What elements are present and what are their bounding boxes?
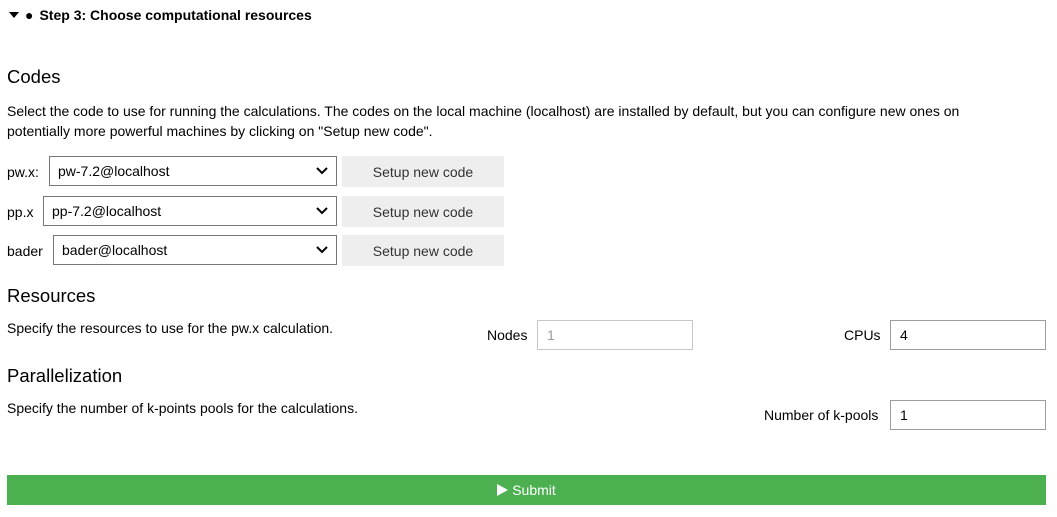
resources-heading: Resources [7,285,96,306]
caret-down-icon[interactable] [9,12,19,18]
chevron-down-icon [316,207,328,215]
step-bullet: ● [25,7,34,23]
pw-code-select[interactable]: pw-7.2@localhost [49,156,337,186]
bader-code-selected: bader@localhost [62,242,168,258]
codes-description-line1: Select the code to use for running the c… [7,103,960,119]
play-icon [497,484,509,496]
codes-heading: Codes [7,66,61,87]
nodes-input[interactable]: 1 [537,320,693,350]
submit-label: Submit [512,482,556,498]
chevron-down-icon [316,246,328,254]
parallelization-heading: Parallelization [7,365,123,386]
codes-description-line2: potentially more powerful machines by cl… [7,123,433,139]
pw-setup-new-code-button[interactable]: Setup new code [342,156,504,187]
bader-code-select[interactable]: bader@localhost [53,235,337,265]
resources-description: Specify the resources to use for the pw.… [7,320,334,336]
step-header[interactable]: ● Step 3: Choose computational resources [9,6,312,24]
pp-code-select[interactable]: pp-7.2@localhost [43,196,337,226]
chevron-down-icon [316,167,328,175]
cpus-label: CPUs [844,327,881,343]
submit-button[interactable]: Submit [7,475,1046,505]
kpools-input[interactable]: 1 [890,400,1046,430]
nodes-label: Nodes [487,327,528,343]
cpus-input[interactable]: 4 [890,320,1046,350]
bader-code-label: bader [7,243,43,259]
pw-code-selected: pw-7.2@localhost [58,163,170,179]
pw-code-label: pw.x: [7,164,39,180]
bader-setup-new-code-button[interactable]: Setup new code [342,235,504,266]
step-title: Step 3: Choose computational resources [39,7,312,23]
parallelization-description: Specify the number of k-points pools for… [7,400,358,416]
kpools-label: Number of k-pools [764,407,879,423]
pp-setup-new-code-button[interactable]: Setup new code [342,196,504,227]
pp-code-label: pp.x [7,204,34,220]
pp-code-selected: pp-7.2@localhost [52,203,162,219]
